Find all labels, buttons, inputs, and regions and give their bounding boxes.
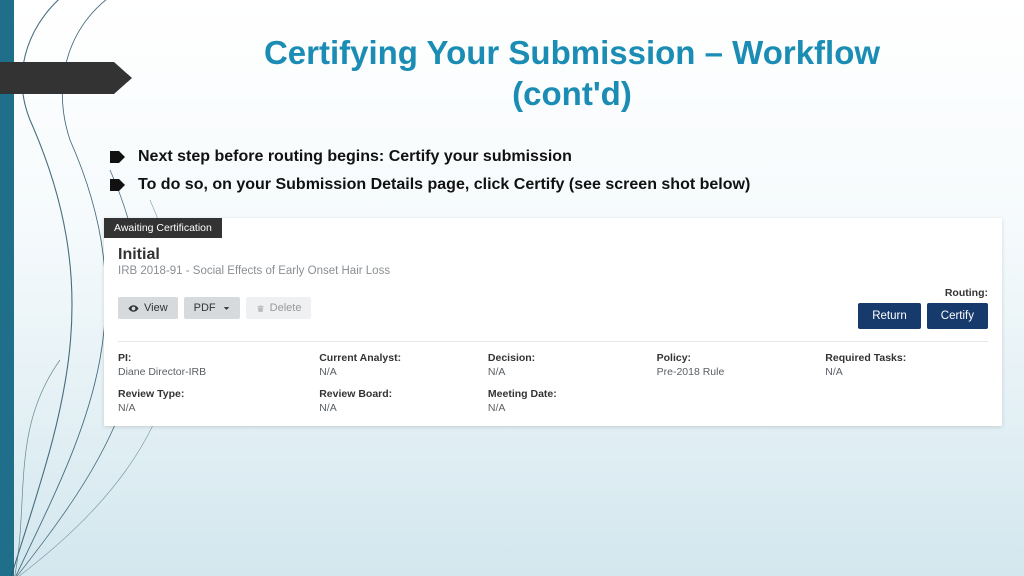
submission-type: Initial bbox=[118, 246, 988, 264]
eye-icon bbox=[128, 303, 139, 314]
meta-policy: Policy: Pre-2018 Rule bbox=[657, 352, 820, 378]
delete-button[interactable]: Delete bbox=[246, 297, 312, 319]
trash-icon bbox=[256, 304, 265, 313]
page-title: Certifying Your Submission – Workflow (c… bbox=[160, 32, 984, 115]
view-button[interactable]: View bbox=[118, 297, 178, 319]
meta-review-type: Review Type: N/A bbox=[118, 388, 313, 414]
meta-empty bbox=[657, 388, 820, 414]
meta-required-tasks: Required Tasks: N/A bbox=[825, 352, 988, 378]
pdf-button[interactable]: PDF bbox=[184, 297, 240, 319]
meta-current-analyst: Current Analyst: N/A bbox=[319, 352, 482, 378]
routing-section: Routing: Return Certify bbox=[858, 287, 988, 329]
slide: Certifying Your Submission – Workflow (c… bbox=[0, 0, 1024, 576]
title-line-1: Certifying Your Submission – Workflow bbox=[264, 34, 880, 71]
submission-description: IRB 2018-91 - Social Effects of Early On… bbox=[118, 265, 988, 277]
action-toolbar: View PDF Delete bbox=[118, 297, 311, 319]
meta-pi: PI: Diane Director-IRB bbox=[118, 352, 313, 378]
meta-decision: Decision: N/A bbox=[488, 352, 651, 378]
meta-review-board: Review Board: N/A bbox=[319, 388, 482, 414]
pdf-button-label: PDF bbox=[194, 302, 216, 314]
bullet-item: To do so, on your Submission Details pag… bbox=[110, 176, 984, 194]
bullet-text: To do so, on your Submission Details pag… bbox=[138, 176, 750, 194]
bullet-text: Next step before routing begins: Certify… bbox=[138, 148, 572, 166]
bullet-icon bbox=[110, 179, 126, 191]
meta-meeting-date: Meeting Date: N/A bbox=[488, 388, 651, 414]
bullet-list: Next step before routing begins: Certify… bbox=[110, 148, 984, 204]
title-line-2: (cont'd) bbox=[512, 75, 632, 112]
view-button-label: View bbox=[144, 302, 168, 314]
metadata-grid: PI: Diane Director-IRB Current Analyst: … bbox=[118, 352, 988, 414]
certify-button[interactable]: Certify bbox=[927, 303, 988, 329]
bullet-icon bbox=[110, 151, 126, 163]
meta-empty bbox=[825, 388, 988, 414]
routing-label: Routing: bbox=[858, 287, 988, 299]
status-badge: Awaiting Certification bbox=[104, 218, 222, 238]
return-button[interactable]: Return bbox=[858, 303, 921, 329]
title-arrow-decoration bbox=[0, 62, 132, 94]
submission-panel: Awaiting Certification Initial IRB 2018-… bbox=[104, 218, 1002, 426]
chevron-down-icon bbox=[223, 305, 230, 312]
delete-button-label: Delete bbox=[270, 302, 302, 314]
bullet-item: Next step before routing begins: Certify… bbox=[110, 148, 984, 166]
